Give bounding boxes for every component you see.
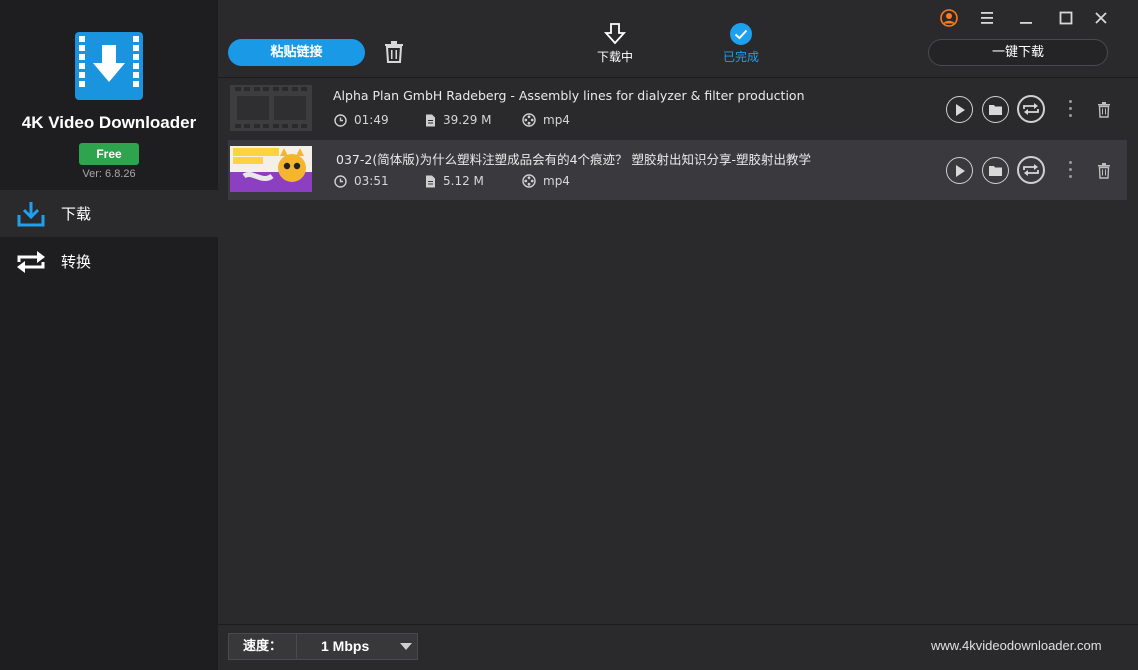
download-list: Alpha Plan GmbH Radeberg - Assembly line… [218, 79, 1138, 624]
folder-icon [989, 105, 1002, 115]
convert-button[interactable] [1017, 156, 1045, 184]
open-folder-button[interactable] [982, 96, 1009, 123]
file-size-value: 5.12 M [443, 174, 484, 188]
close-icon[interactable] [1092, 9, 1110, 27]
file-size: 5.12 M [425, 174, 484, 188]
duration-value: 03:51 [354, 174, 389, 188]
plan-badge[interactable]: Free [79, 143, 139, 165]
convert-icon [1023, 164, 1039, 176]
trash-icon[interactable] [384, 41, 404, 63]
tab-label: 下载中 [596, 50, 633, 64]
one-click-download-button[interactable]: 一键下载 [928, 39, 1108, 66]
video-title: Alpha Plan GmbH Radeberg - Assembly line… [333, 88, 805, 103]
chevron-down-icon[interactable] [400, 643, 412, 650]
video-title: 037-2(简体版)为什么塑料注塑成品会有的4个痕迹？ 塑胶射出知识分享-塑胶射… [336, 152, 812, 167]
app-logo-icon [75, 32, 143, 100]
clock-icon [334, 174, 347, 188]
duration: 01:49 [334, 113, 389, 127]
maximize-icon[interactable] [1057, 9, 1075, 27]
play-icon [955, 103, 965, 116]
convert-icon [1023, 103, 1039, 115]
speed-selector[interactable]: 速度： 1 Mbps [228, 633, 418, 660]
app-window: 4K Video Downloader Free Ver: 6.8.26 下载 … [0, 0, 1138, 670]
file-icon [426, 114, 435, 126]
status-bar: 速度： 1 Mbps www.4kvideodownloader.com [218, 624, 1138, 670]
app-name: 4K Video Downloader [21, 113, 197, 132]
play-button[interactable] [946, 157, 973, 184]
account-icon[interactable] [940, 9, 958, 27]
download-arrow-icon [603, 23, 627, 45]
file-format-value: mp4 [543, 174, 570, 188]
version-label: Ver: 6.8.26 [82, 168, 136, 180]
folder-icon [989, 166, 1002, 176]
list-item[interactable]: 037-2(简体版)为什么塑料注塑成品会有的4个痕迹？ 塑胶射出知识分享-塑胶射… [228, 140, 1127, 200]
sidebar-item-convert[interactable]: 转换 [0, 238, 218, 285]
convert-icon [17, 251, 45, 273]
file-format: mp4 [522, 174, 570, 188]
tab-downloading[interactable]: 下载中 [580, 22, 650, 65]
delete-icon[interactable] [1097, 163, 1111, 179]
video-thumbnail [230, 146, 312, 192]
minimize-icon[interactable] [1017, 9, 1035, 27]
tab-completed[interactable]: 已完成 [706, 22, 776, 65]
speed-label: 速度： [229, 634, 297, 659]
duration-value: 01:49 [354, 113, 389, 127]
toolbar: 粘贴链接 下载中 已完成 一键下载 [218, 0, 1138, 78]
file-icon [426, 175, 435, 187]
sidebar-item-download[interactable]: 下载 [0, 190, 218, 237]
file-format: mp4 [522, 113, 570, 127]
more-options-icon[interactable] [1067, 100, 1073, 120]
list-item[interactable]: Alpha Plan GmbH Radeberg - Assembly line… [228, 79, 1127, 139]
file-format-value: mp4 [543, 113, 570, 127]
menu-icon[interactable] [978, 9, 996, 27]
check-circle-icon [730, 23, 752, 45]
play-icon [955, 164, 965, 177]
sidebar: 4K Video Downloader Free Ver: 6.8.26 下载 … [0, 0, 218, 670]
clock-icon [334, 113, 347, 127]
play-button[interactable] [946, 96, 973, 123]
video-thumbnail [230, 85, 312, 131]
film-reel-icon [522, 113, 536, 127]
sidebar-item-label: 转换 [61, 253, 92, 271]
speed-value: 1 Mbps [321, 638, 370, 654]
file-size-value: 39.29 M [443, 113, 492, 127]
delete-icon[interactable] [1097, 102, 1111, 118]
sidebar-item-label: 下载 [61, 205, 92, 223]
film-reel-icon [522, 174, 536, 188]
paste-link-button[interactable]: 粘贴链接 [228, 39, 365, 66]
file-size: 39.29 M [425, 113, 492, 127]
convert-button[interactable] [1017, 95, 1045, 123]
tab-label: 已完成 [722, 50, 759, 64]
duration: 03:51 [334, 174, 389, 188]
more-options-icon[interactable] [1067, 161, 1073, 181]
download-icon [17, 202, 45, 227]
open-folder-button[interactable] [982, 157, 1009, 184]
website-link[interactable]: www.4kvideodownloader.com [931, 638, 1102, 653]
